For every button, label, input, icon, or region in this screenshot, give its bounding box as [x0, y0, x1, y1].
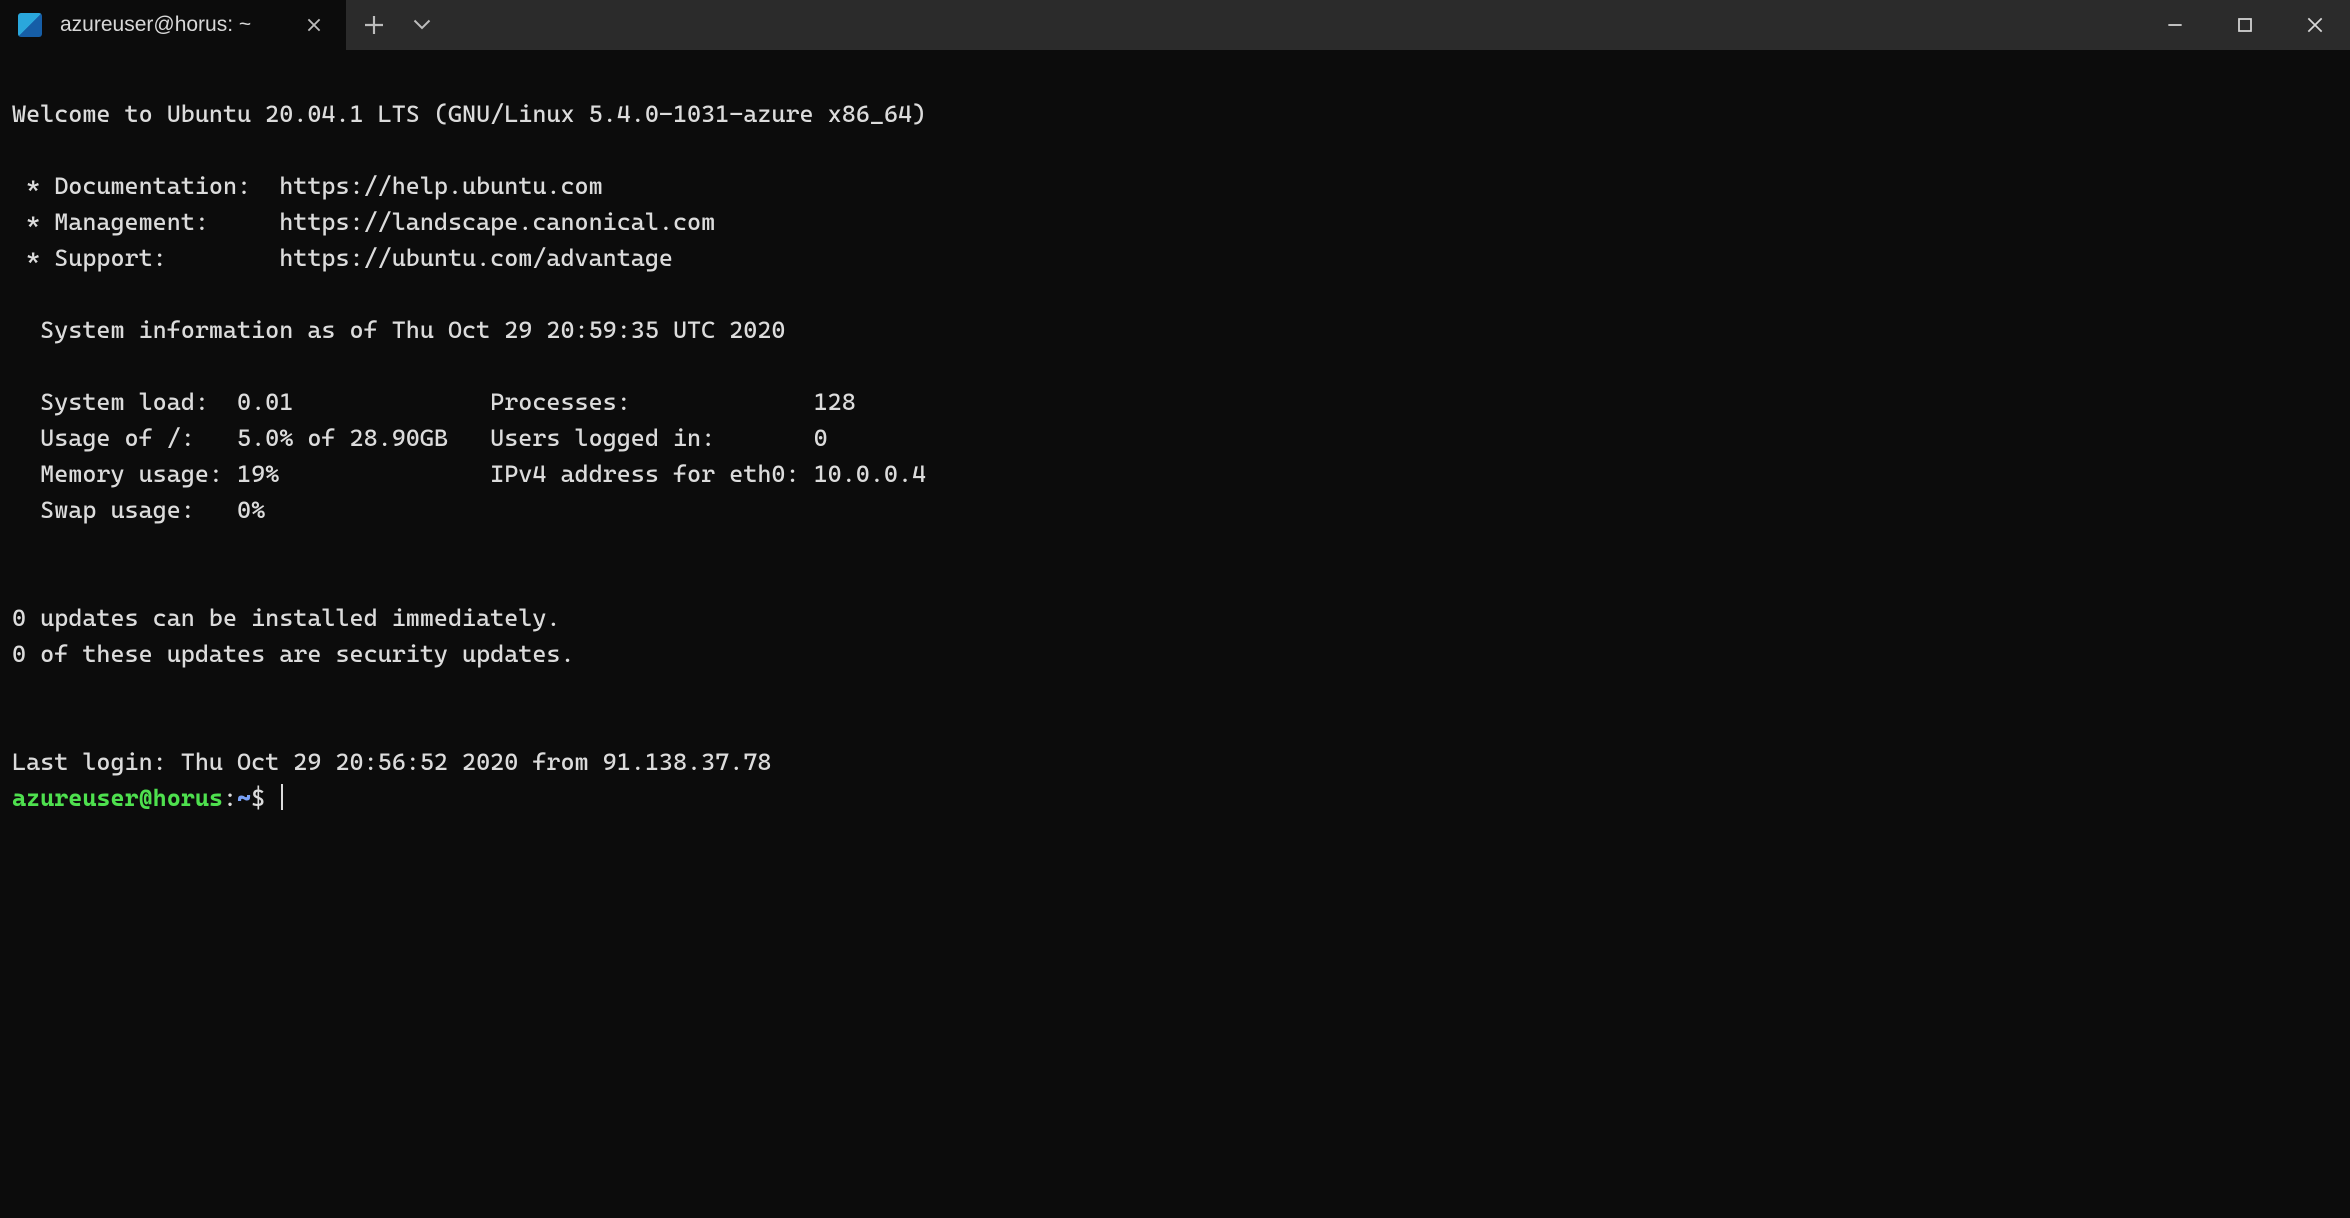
tab-dropdown-button[interactable]: [398, 0, 446, 50]
tab-title: azureuser@horus: ~: [60, 13, 286, 37]
text-cursor: [281, 784, 283, 810]
prompt-user: azureuser@horus: [12, 784, 223, 812]
close-icon: [307, 18, 321, 32]
motd-sysinfo-header: System information as of Thu Oct 29 20:5…: [12, 316, 785, 344]
motd-updates: 0 of these updates are security updates.: [12, 640, 575, 668]
tab-actions: [346, 0, 446, 50]
terminal-profile-icon: [18, 13, 42, 37]
motd-link-doc: * Documentation: https://help.ubuntu.com: [12, 172, 603, 200]
maximize-button[interactable]: [2210, 0, 2280, 50]
window-controls: [2140, 0, 2350, 50]
motd-sysinfo-row: Usage of /: 5.0% of 28.90GB Users logged…: [12, 424, 828, 452]
motd-updates: 0 updates can be installed immediately.: [12, 604, 560, 632]
titlebar: azureuser@horus: ~: [0, 0, 2350, 50]
maximize-icon: [2237, 17, 2253, 33]
prompt-symbol: $: [251, 784, 279, 812]
motd-sysinfo-row: Swap usage: 0%: [12, 496, 265, 524]
minimize-button[interactable]: [2140, 0, 2210, 50]
minimize-icon: [2167, 17, 2183, 33]
tab-terminal[interactable]: azureuser@horus: ~: [0, 0, 346, 50]
close-icon: [2307, 17, 2323, 33]
motd-sysinfo-row: Memory usage: 19% IPv4 address for eth0:…: [12, 460, 926, 488]
chevron-down-icon: [413, 16, 431, 34]
motd-welcome: Welcome to Ubuntu 20.04.1 LTS (GNU/Linux…: [12, 100, 926, 128]
titlebar-drag-area[interactable]: [446, 0, 2140, 50]
new-tab-button[interactable]: [350, 0, 398, 50]
motd-link-management: * Management: https://landscape.canonica…: [12, 208, 715, 236]
motd-last-login: Last login: Thu Oct 29 20:56:52 2020 fro…: [12, 748, 771, 776]
motd-link-support: * Support: https://ubuntu.com/advantage: [12, 244, 673, 272]
prompt-sep: :: [223, 784, 237, 812]
prompt-path: ~: [237, 784, 251, 812]
plus-icon: [365, 16, 383, 34]
motd-sysinfo-row: System load: 0.01 Processes: 128: [12, 388, 856, 416]
tab-close-button[interactable]: [300, 11, 328, 39]
close-window-button[interactable]: [2280, 0, 2350, 50]
terminal-viewport[interactable]: Welcome to Ubuntu 20.04.1 LTS (GNU/Linux…: [0, 50, 2350, 1218]
